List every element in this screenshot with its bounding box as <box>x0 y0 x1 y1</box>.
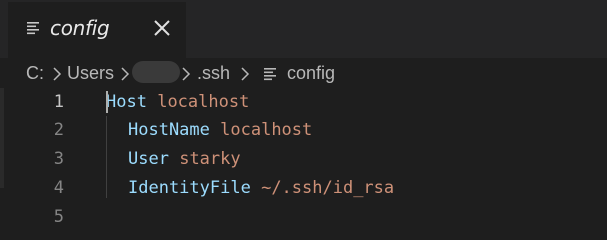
code-line[interactable]: 5 <box>0 203 607 231</box>
chevron-right-icon <box>53 67 62 81</box>
close-icon[interactable] <box>152 18 172 38</box>
code-value: ~/.ssh/id_rsa <box>261 178 395 198</box>
code-text: IdentityFile ~/.ssh/id_rsa <box>128 178 394 198</box>
code-key: HostName <box>128 120 210 140</box>
breadcrumb-username-redacted[interactable] <box>132 61 180 83</box>
text-cursor <box>106 91 108 113</box>
code-text: User starky <box>128 149 241 169</box>
code-value: localhost <box>220 120 313 140</box>
tab-config[interactable]: config <box>8 2 186 58</box>
code-key: IdentityFile <box>128 178 251 198</box>
code-key: Host <box>106 92 147 112</box>
breadcrumb-drive[interactable]: C: <box>26 63 44 84</box>
line-number: 1 <box>53 92 64 112</box>
line-number: 3 <box>53 149 64 169</box>
line-number: 5 <box>53 207 64 227</box>
code-text: HostName localhost <box>128 120 312 140</box>
code-line[interactable]: 3 User starky <box>0 145 607 173</box>
breadcrumb-file[interactable]: config <box>287 63 335 84</box>
code-line[interactable]: 1 Host localhost <box>0 88 607 116</box>
code-value: localhost <box>157 92 250 112</box>
line-number: 4 <box>53 178 64 198</box>
code-value: starky <box>179 149 241 169</box>
breadcrumb-ssh[interactable]: .ssh <box>197 63 230 84</box>
tab-label: config <box>50 16 110 40</box>
code-text: Host localhost <box>106 92 249 112</box>
code-key: User <box>128 149 169 169</box>
breadcrumb-users[interactable]: Users <box>67 63 114 84</box>
lines-file-icon <box>264 68 276 81</box>
code-line[interactable]: 4 IdentityFile ~/.ssh/id_rsa <box>0 174 607 202</box>
lines-file-icon <box>27 22 39 35</box>
chevron-right-icon <box>121 67 130 81</box>
chevron-right-icon <box>241 67 250 81</box>
code-line[interactable]: 2 HostName localhost <box>0 116 607 144</box>
code-editor[interactable]: 1 Host localhost 2 HostName localhost 3 … <box>0 88 607 240</box>
tab-bar: config <box>0 0 607 58</box>
breadcrumb: C: Users .ssh config <box>0 58 607 88</box>
chevron-right-icon <box>182 67 191 81</box>
line-number: 2 <box>53 120 64 140</box>
